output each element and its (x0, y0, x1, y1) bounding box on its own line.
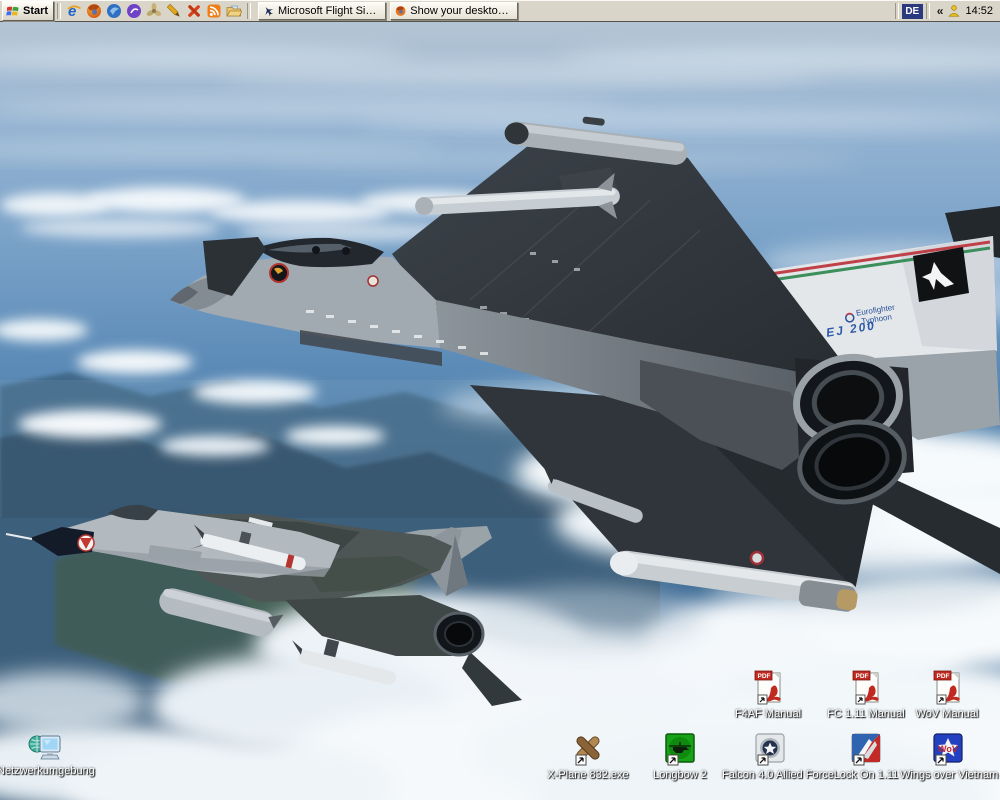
taskbar-separator (925, 3, 930, 19)
pdf-document-icon: PDF (933, 670, 960, 705)
quick-launch-bar: e (64, 3, 244, 19)
desktop-icon-label: X-Plane 832.exe (547, 769, 629, 781)
internet-explorer-icon[interactable]: e (66, 3, 82, 19)
pdf-badge-text: PDF (856, 673, 869, 680)
svg-text:e: e (68, 3, 76, 19)
screen: 13 (0, 0, 1000, 800)
desktop-icon-label: F4AF Manual (734, 708, 802, 720)
desktop-icon-label: Falcon 4.0 Allied Force (722, 769, 834, 781)
taskbar-separator (57, 3, 62, 19)
xplane-app-icon (575, 736, 600, 766)
pdf-badge-text: PDF (937, 673, 950, 680)
purple-messenger-icon[interactable] (126, 3, 142, 19)
tray-messenger-icon[interactable] (947, 4, 961, 18)
network-places-icon (28, 735, 61, 760)
wov-app-icon: WoV (933, 733, 963, 766)
airplane-icon (265, 7, 274, 17)
longbow2-app-icon (665, 733, 695, 766)
task-button-firefox-window[interactable]: Show your desktop pickt... (390, 2, 519, 20)
desktop-icon-label: Netzwerkumgebung (0, 765, 95, 777)
firefox-icon (395, 6, 406, 16)
desktop-icon-falcon4[interactable]: Falcon 4.0 Allied Force (722, 733, 834, 781)
falcon4-app-icon (755, 733, 785, 766)
task-button-flight-simulator[interactable]: Microsoft Flight Simulator... (258, 2, 387, 20)
start-button[interactable]: Start (2, 1, 55, 21)
propeller-app-icon[interactable] (146, 3, 162, 19)
thunderbird-icon[interactable] (106, 3, 122, 19)
feed-reader-icon[interactable] (206, 3, 222, 19)
tray-expand-chevron[interactable]: « (937, 0, 944, 22)
lockon-app-icon (851, 733, 881, 766)
desktop-icon-longbow2[interactable]: Longbow 2 (632, 733, 728, 781)
desktop-icon-wov-manual[interactable]: PDF WoV Manual (899, 670, 995, 720)
taskbar: Start e Microsoft Flight Simu Show your … (0, 0, 1000, 22)
system-tray: « 14:52 (933, 0, 1000, 22)
taskbar-separator (894, 3, 899, 19)
desktop-icon-label: Wings over Vietnam (900, 769, 999, 781)
pdf-document-icon: PDF (754, 670, 781, 705)
desktop-icon-label: Longbow 2 (653, 769, 707, 781)
language-indicator[interactable]: DE (901, 3, 923, 19)
red-x-app-icon[interactable] (186, 3, 202, 19)
task-button-label: Show your desktop pickt... (410, 5, 513, 17)
desktop-icon-xplane[interactable]: X-Plane 832.exe (540, 733, 636, 781)
taskbar-clock[interactable]: 14:52 (965, 5, 993, 17)
desktop-icon-label: WoV Manual (915, 708, 979, 720)
paint-brush-tool-icon[interactable] (166, 3, 182, 19)
wov-badge-text: WoV (938, 744, 958, 754)
taskbar-separator (247, 3, 252, 19)
start-label: Start (23, 5, 49, 17)
task-button-label: Microsoft Flight Simulator... (277, 5, 381, 17)
desktop-icon-f4af-manual[interactable]: PDF F4AF Manual (720, 670, 816, 720)
firefox-icon[interactable] (86, 3, 102, 19)
documents-folder-icon[interactable] (226, 3, 243, 19)
desktop-icon-netzwerkumgebung[interactable]: Netzwerkumgebung (0, 731, 95, 777)
pdf-badge-text: PDF (758, 673, 771, 680)
pdf-document-icon: PDF (852, 670, 879, 705)
windows-logo-icon (6, 6, 19, 16)
desktop-icon-wings-over-vietnam[interactable]: WoV Wings over Vietnam (900, 733, 999, 781)
desktop[interactable]: 13 (0, 0, 1000, 800)
